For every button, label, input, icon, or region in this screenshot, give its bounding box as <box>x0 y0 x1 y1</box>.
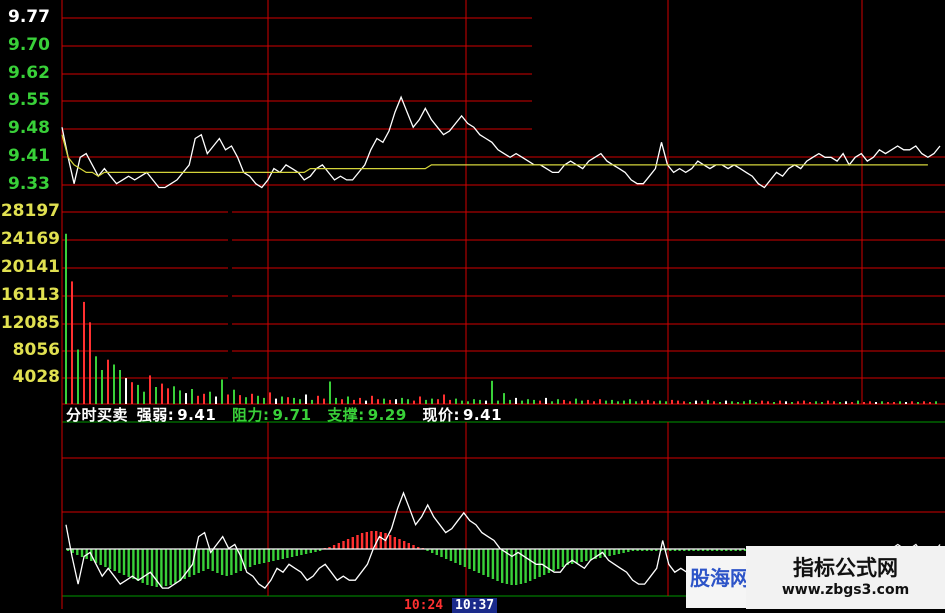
intraday-chart[interactable] <box>0 0 945 609</box>
current-price-value: 9.41 <box>463 406 503 424</box>
price-tick-label: 9.55 <box>8 90 50 110</box>
intraday-chart-window: 9.77 9.70 9.62 9.55 9.48 9.41 9.33 28197 24169 2… <box>0 0 945 613</box>
watermark-site-url: www.zbgs3.com <box>781 582 910 598</box>
price-line <box>61 95 941 189</box>
volume-tick-label: 24169 <box>0 229 60 249</box>
price-tick-label: 9.77 <box>8 7 50 27</box>
strength-label: 强弱: <box>136 406 175 424</box>
indicator-status-bar: 分时买卖 强弱: 9.41 阻力: 9.71 支撑: 9.29 现价: 9.41 <box>66 404 505 424</box>
current-price-label: 现价: <box>422 406 460 424</box>
price-tick-label: 9.70 <box>8 35 50 55</box>
watermark-site: 指标公式网 www.zbgs3.com <box>746 546 945 609</box>
volume-tick-label: 20141 <box>0 257 60 277</box>
volume-tick-label: 28197 <box>0 201 60 221</box>
volume-tick-label: 12085 <box>0 313 60 333</box>
watermark-partial-text: 股海网 <box>690 566 746 590</box>
price-tick-label: 9.48 <box>8 118 50 138</box>
time-label-cursor: 10:37 <box>452 598 498 613</box>
indicator-name: 分时买卖 <box>66 406 129 424</box>
support-label: 支撑: <box>327 406 365 424</box>
strength-value: 9.41 <box>177 406 217 424</box>
watermark-partial: 股海网 <box>686 556 746 608</box>
price-tick-label: 9.41 <box>8 146 50 166</box>
price-tick-label: 9.33 <box>8 174 50 194</box>
volume-tick-label: 8056 <box>12 340 60 360</box>
time-label-start: 10:24 <box>404 598 444 613</box>
resistance-value: 9.71 <box>272 406 312 424</box>
volume-tick-label: 16113 <box>0 285 60 305</box>
volume-tick-label: 4028 <box>12 367 60 387</box>
price-tick-label: 9.62 <box>8 63 50 83</box>
support-value: 9.29 <box>367 406 407 424</box>
resistance-label: 阻力: <box>232 406 270 424</box>
watermark-site-name: 指标公式网 <box>793 556 898 580</box>
